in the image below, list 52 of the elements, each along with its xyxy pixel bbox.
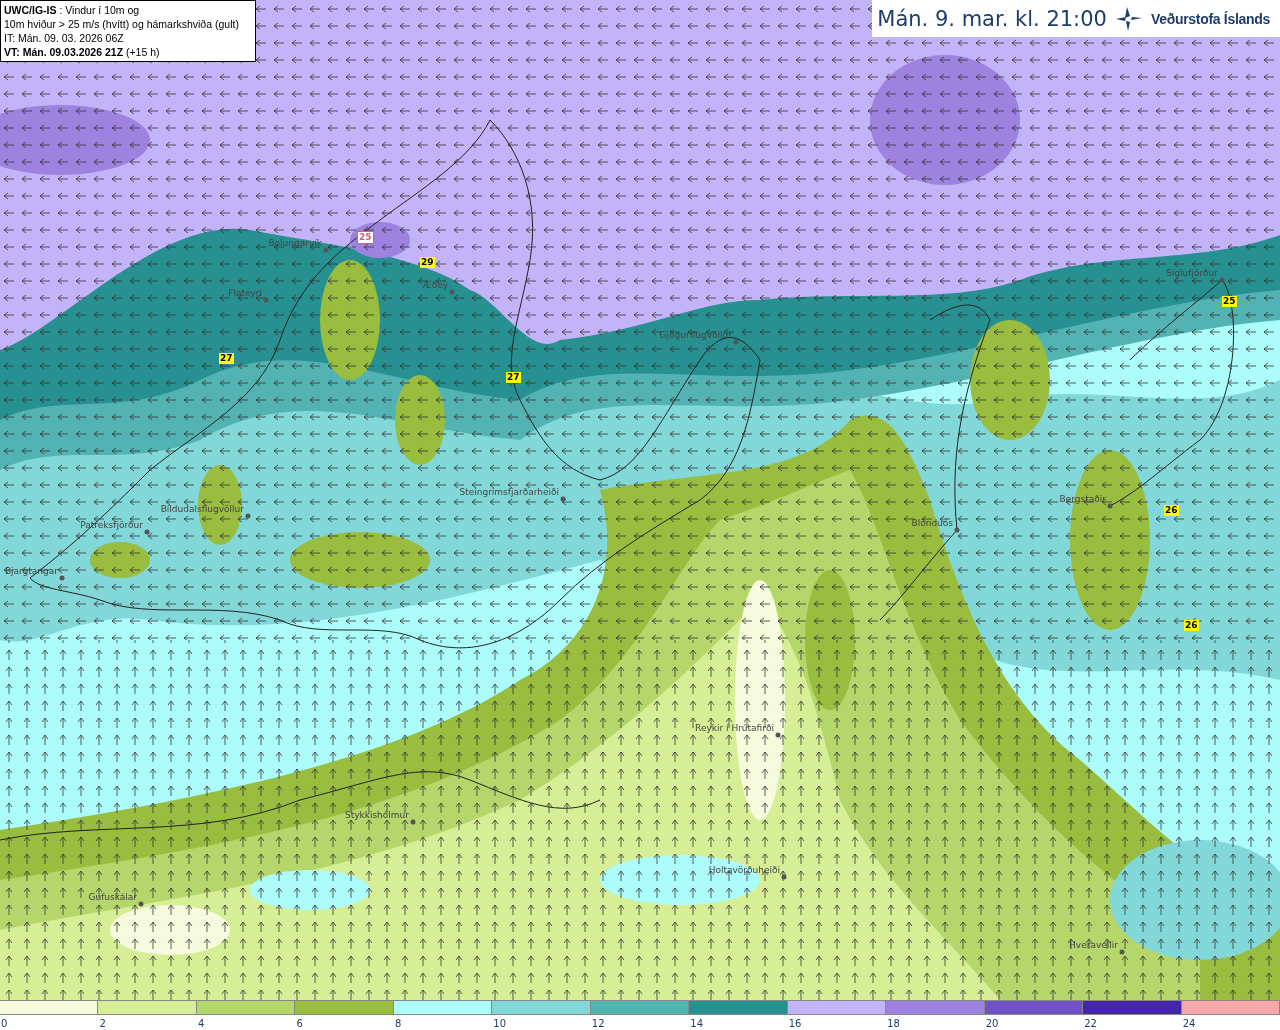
legend-tick-label: 0	[0, 1018, 8, 1029]
station-label: Hveravellir	[1069, 940, 1118, 951]
gust-value-label: 26	[1164, 505, 1179, 516]
gust-value-label: 26	[1184, 620, 1199, 631]
legend-tick-label: 18	[886, 1018, 900, 1029]
station-dot-icon	[410, 819, 416, 825]
station-label: Bolungarvík	[268, 238, 322, 249]
info-text: UWC/IG-IS : Vindur í 10m og	[4, 3, 141, 17]
gust-value-label: 29	[420, 257, 435, 268]
logo-text: Veðurstofa Íslands	[1150, 10, 1270, 27]
station-label: Holtavörðuheiði	[708, 865, 780, 876]
station-dot-icon	[781, 874, 787, 880]
legend-tick-label: 10	[492, 1018, 507, 1029]
station-label: Æðey	[422, 280, 448, 291]
station-label: Reykir í Hrútafirði	[695, 723, 774, 734]
station-dot-icon	[954, 527, 960, 533]
station-dot-icon	[138, 901, 144, 907]
station-dot-icon	[775, 732, 781, 738]
station-dot-icon	[263, 297, 269, 303]
station-dot-icon	[323, 247, 329, 253]
station-label: Siglufjörður	[1166, 268, 1218, 279]
valid-time-title: Mán. 9. mar. kl. 21:00	[877, 6, 1107, 31]
station-dot-icon	[59, 575, 65, 581]
legend-tick-label: 24	[1181, 1018, 1196, 1029]
station-label: Steingrímsfjarðarheiði	[459, 487, 559, 498]
legend-tick-label: 2	[98, 1018, 106, 1029]
station-label: Gufuskálar	[88, 892, 137, 903]
station-dot-icon	[1107, 503, 1113, 509]
station-dot-icon	[144, 529, 150, 535]
station-dot-icon	[1219, 277, 1225, 283]
gust-value-label: 25	[357, 231, 374, 244]
legend-tick-label: 6	[295, 1018, 303, 1029]
gust-value-label: 25	[1222, 296, 1237, 307]
station-label: Flateyri	[228, 288, 262, 299]
gust-value-label: 27	[219, 353, 234, 364]
gust-value-label: 27	[506, 372, 521, 383]
station-dot-icon	[1119, 949, 1125, 955]
station-label: Stykkishólmur	[344, 810, 409, 821]
info-text: 10m hviður > 25 m/s (hvítt) og hámarkshviða (gult)	[4, 17, 240, 31]
info-text: IT: Mán. 09. 03. 2026 06Z	[4, 31, 125, 45]
legend-tick-label: 14	[689, 1018, 703, 1029]
legend-tick-label: 8	[393, 1018, 402, 1029]
legend-tick-label: 22	[1083, 1018, 1097, 1029]
station-dot-icon	[733, 339, 739, 345]
legend-tick-label: 16	[787, 1018, 802, 1029]
legend-tick-label: 12	[590, 1018, 605, 1029]
legend-tick-label: 4	[196, 1018, 205, 1029]
station-dot-icon	[560, 496, 566, 502]
legend-tick-label: 20	[984, 1018, 999, 1029]
station-dot-icon	[245, 513, 251, 519]
info-text: VT: Mán. 09.03.2026 21Z (+15 h)	[4, 45, 161, 59]
station-dot-icon	[449, 289, 455, 295]
